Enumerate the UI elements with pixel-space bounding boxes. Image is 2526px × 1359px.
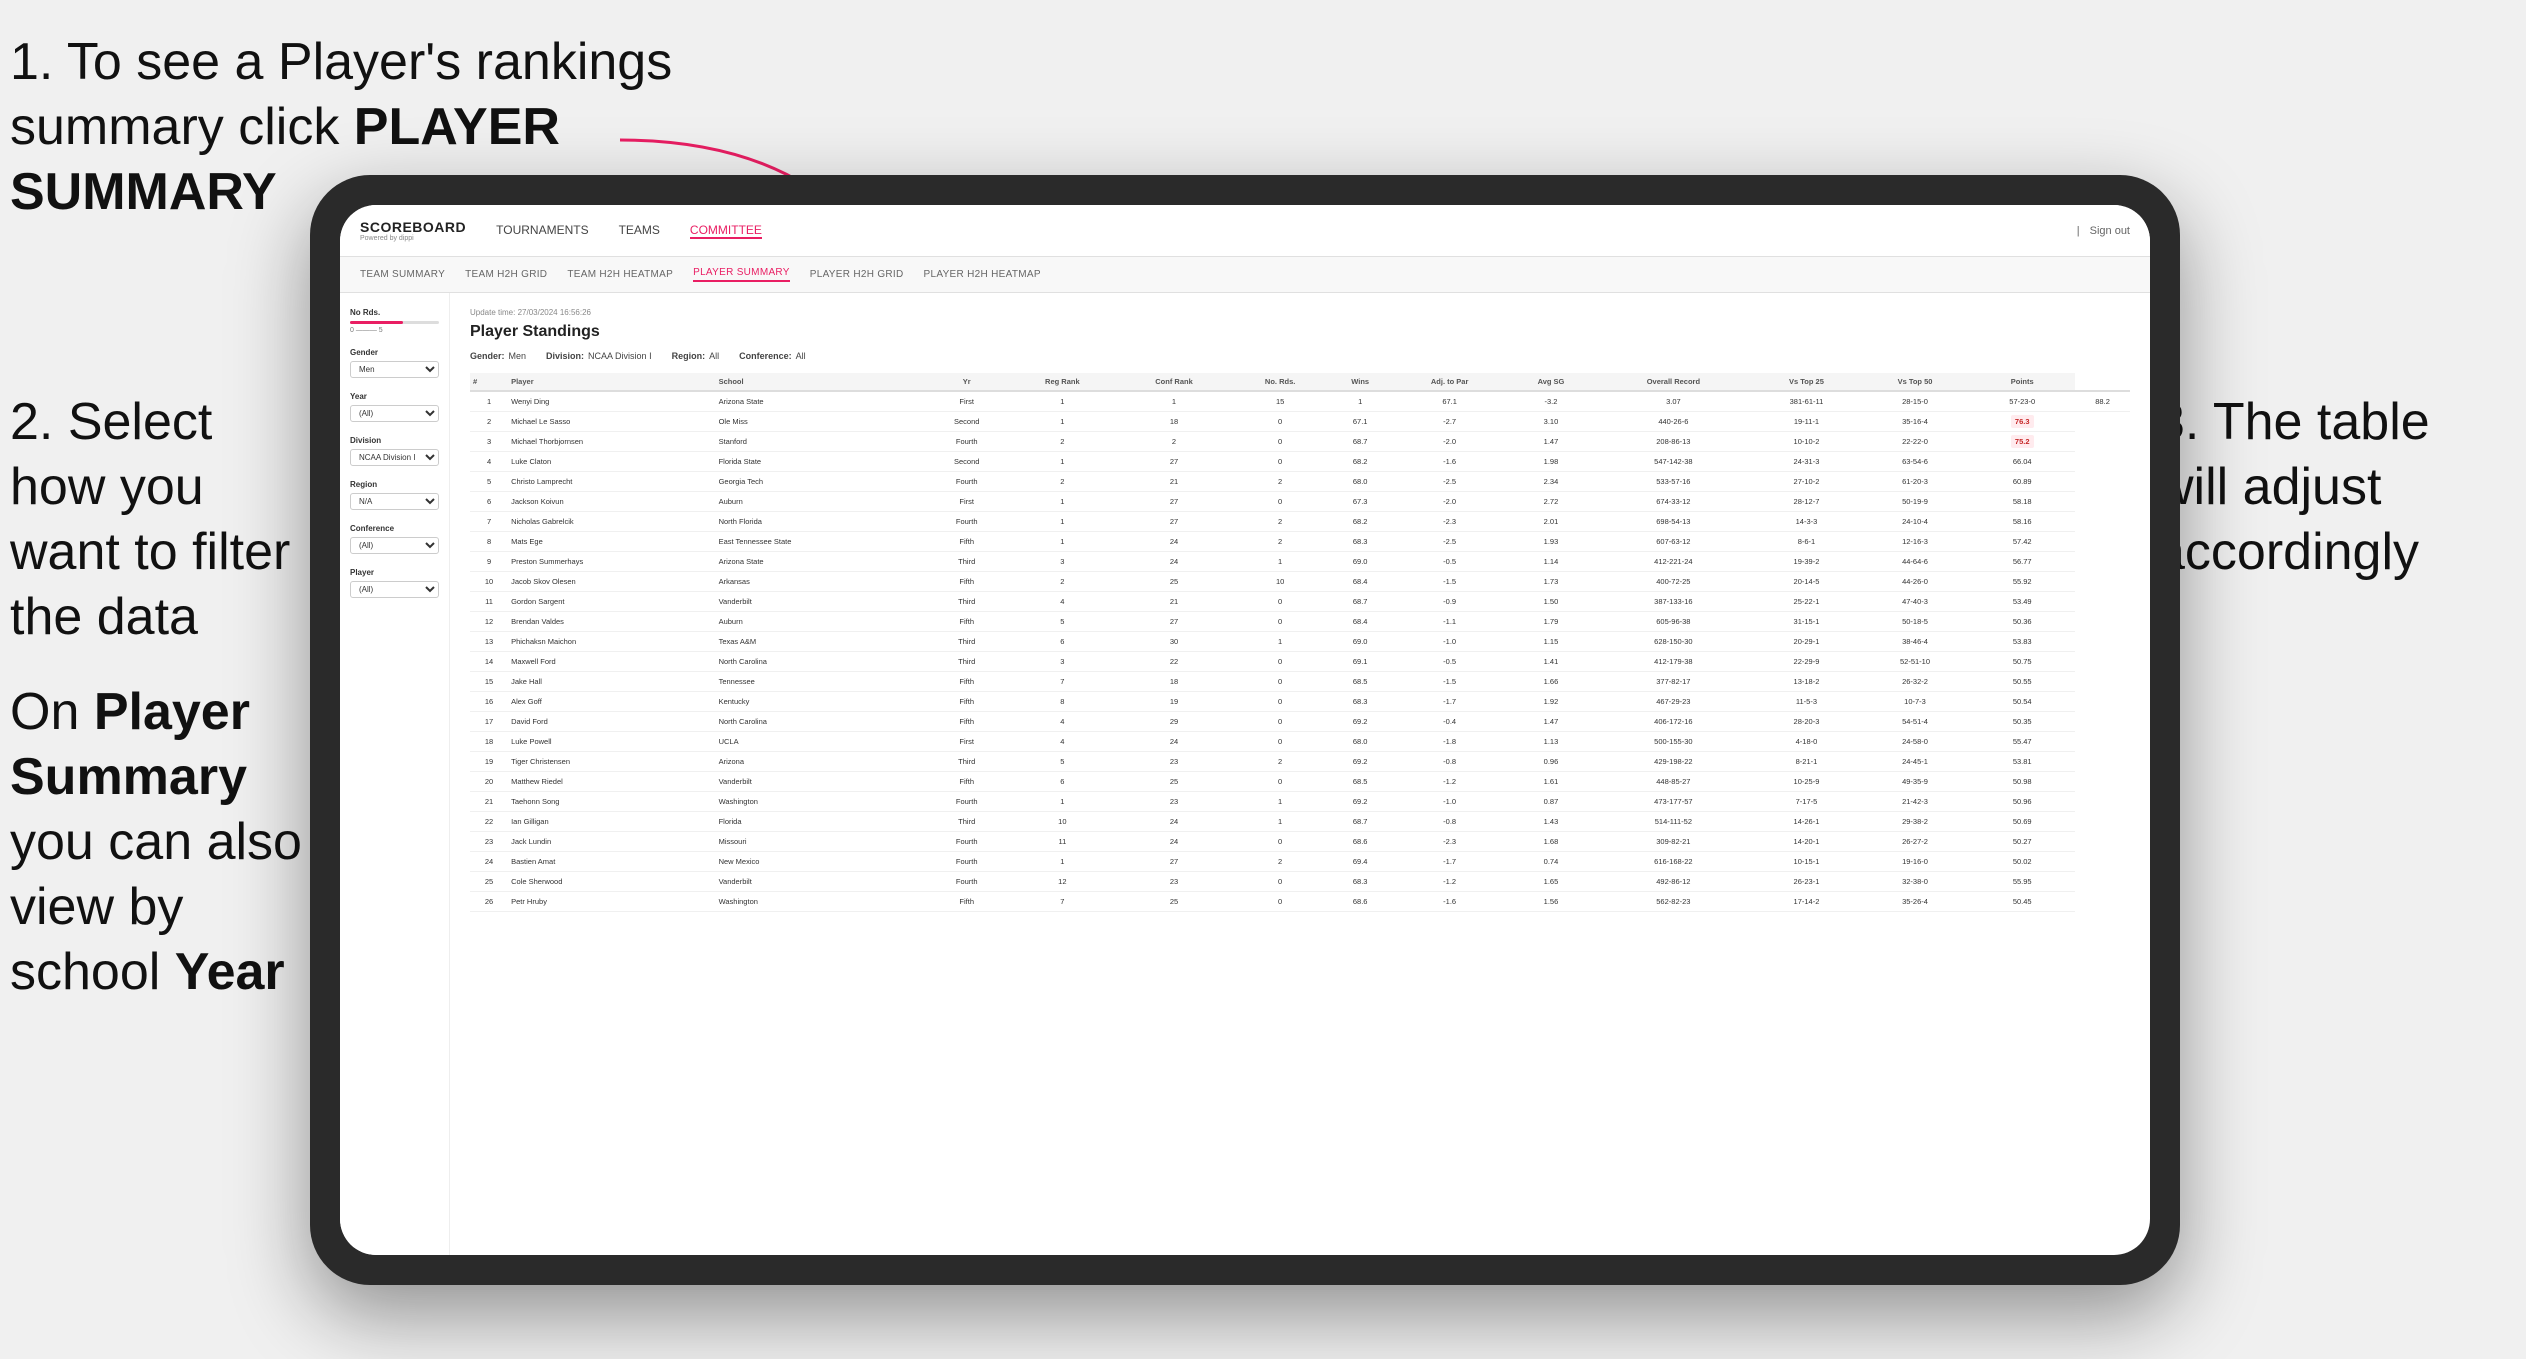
nav-separator: | (2077, 225, 2080, 237)
tablet-device: SCOREBOARD Powered by dippi TOURNAMENTS … (310, 175, 2180, 1285)
col-adj-to-par: Adj. to Par (1392, 373, 1508, 391)
table-header-row: # Player School Yr Reg Rank Conf Rank No… (470, 373, 2130, 391)
col-avg-sg: Avg SG (1507, 373, 1594, 391)
no-rds-label: No Rds. (350, 308, 439, 317)
col-points: Points (1969, 373, 2075, 391)
logo-subtitle: Powered by dippi (360, 235, 466, 242)
nav-links: TOURNAMENTS TEAMS COMMITTEE (496, 223, 2077, 239)
no-rds-range: 0 ——— 5 (350, 327, 439, 334)
col-vs-top50: Vs Top 50 (1861, 373, 1970, 391)
table-row: 26Petr HrubyWashingtonFifth725068.6-1.61… (470, 892, 2130, 912)
table-row: 16Alex GoffKentuckyFifth819068.3-1.71.92… (470, 692, 2130, 712)
player-label: Player (350, 568, 439, 577)
table-row: 19Tiger ChristensenArizonaThird523269.2-… (470, 752, 2130, 772)
table-row: 8Mats EgeEast Tennessee StateFifth124268… (470, 532, 2130, 552)
no-rds-slider[interactable] (350, 321, 439, 324)
col-reg-rank: Reg Rank (1008, 373, 1116, 391)
filter-gender: Gender Men (350, 348, 439, 378)
filter-division: Division NCAA Division I (350, 436, 439, 466)
table-row: 22Ian GilliganFloridaThird1024168.7-0.81… (470, 812, 2130, 832)
col-player: Player (508, 373, 715, 391)
division-filter-display: Division: NCAA Division I (546, 351, 652, 361)
nav-teams[interactable]: TEAMS (619, 223, 660, 239)
table-row: 4Luke ClatonFlorida StateSecond127068.2-… (470, 452, 2130, 472)
gender-select[interactable]: Men (350, 361, 439, 378)
table-area: Update time: 27/03/2024 16:56:26 Player … (450, 293, 2150, 1255)
table-row: 18Luke PowellUCLAFirst424068.0-1.81.1350… (470, 732, 2130, 752)
table-row: 23Jack LundinMissouriFourth1124068.6-2.3… (470, 832, 2130, 852)
sub-nav-team-h2h-grid[interactable]: TEAM H2H GRID (465, 269, 547, 280)
conference-label: Conference (350, 524, 439, 533)
table-row: 25Cole SherwoodVanderbiltFourth1223068.3… (470, 872, 2130, 892)
division-label: Division (350, 436, 439, 445)
division-select[interactable]: NCAA Division I (350, 449, 439, 466)
table-row: 5Christo LamprechtGeorgia TechFourth2212… (470, 472, 2130, 492)
sub-nav-player-h2h-heatmap[interactable]: PLAYER H2H HEATMAP (924, 269, 1041, 280)
col-overall-record: Overall Record (1595, 373, 1753, 391)
instruction-step3: 3. The table will adjust accordingly (2156, 390, 2496, 585)
instruction-bottom-note: On Player Summary you can also view by s… (10, 680, 330, 1005)
sub-navigation: TEAM SUMMARY TEAM H2H GRID TEAM H2H HEAT… (340, 257, 2150, 293)
col-conf-rank: Conf Rank (1116, 373, 1232, 391)
tablet-screen: SCOREBOARD Powered by dippi TOURNAMENTS … (340, 205, 2150, 1255)
conference-filter-display: Conference: All (739, 351, 806, 361)
main-content: No Rds. 0 ——— 5 Gender Men Year (All) (340, 293, 2150, 1255)
gender-label: Gender (350, 348, 439, 357)
col-no-rds: No. Rds. (1232, 373, 1329, 391)
table-row: 17David FordNorth CarolinaFifth429069.2-… (470, 712, 2130, 732)
gender-filter-display: Gender: Men (470, 351, 526, 361)
table-row: 21Taehonn SongWashingtonFourth123169.2-1… (470, 792, 2130, 812)
sub-nav-player-h2h-grid[interactable]: PLAYER H2H GRID (810, 269, 904, 280)
table-row: 12Brendan ValdesAuburnFifth527068.4-1.11… (470, 612, 2130, 632)
region-filter-display: Region: All (672, 351, 720, 361)
table-row: 13Phichaksn MaichonTexas A&MThird630169.… (470, 632, 2130, 652)
filter-region: Region N/A (350, 480, 439, 510)
col-yr: Yr (925, 373, 1008, 391)
top-navigation: SCOREBOARD Powered by dippi TOURNAMENTS … (340, 205, 2150, 257)
table-row: 14Maxwell FordNorth CarolinaThird322069.… (470, 652, 2130, 672)
sub-nav-team-summary[interactable]: TEAM SUMMARY (360, 269, 445, 280)
filter-player: Player (All) (350, 568, 439, 598)
year-label: Year (350, 392, 439, 401)
region-select[interactable]: N/A (350, 493, 439, 510)
filter-year: Year (All) (350, 392, 439, 422)
sign-out-link[interactable]: Sign out (2090, 225, 2130, 237)
filters-display-row: Gender: Men Division: NCAA Division I Re… (470, 351, 2130, 361)
filter-no-rds: No Rds. 0 ——— 5 (350, 308, 439, 334)
year-select[interactable]: (All) (350, 405, 439, 422)
sub-nav-team-h2h-heatmap[interactable]: TEAM H2H HEATMAP (567, 269, 673, 280)
table-row: 15Jake HallTennesseeFifth718068.5-1.51.6… (470, 672, 2130, 692)
update-time: Update time: 27/03/2024 16:56:26 (470, 308, 2130, 317)
sidebar-filters: No Rds. 0 ——— 5 Gender Men Year (All) (340, 293, 450, 1255)
nav-tournaments[interactable]: TOURNAMENTS (496, 223, 588, 239)
table-row: 9Preston SummerhaysArizona StateThird324… (470, 552, 2130, 572)
sub-nav-player-summary[interactable]: PLAYER SUMMARY (693, 267, 790, 282)
table-row: 1Wenyi DingArizona StateFirst1115167.1-3… (470, 391, 2130, 412)
table-row: 24Bastien AmatNew MexicoFourth127269.4-1… (470, 852, 2130, 872)
col-vs-top25: Vs Top 25 (1752, 373, 1861, 391)
section-title: Player Standings (470, 323, 2130, 341)
instruction-step2: 2. Select how you want to filter the dat… (10, 390, 310, 650)
conference-select[interactable]: (All) (350, 537, 439, 554)
table-row: 10Jacob Skov OlesenArkansasFifth2251068.… (470, 572, 2130, 592)
logo-text: SCOREBOARD (360, 219, 466, 235)
col-wins: Wins (1328, 373, 1391, 391)
col-school: School (716, 373, 925, 391)
table-row: 7Nicholas GabrelcikNorth FloridaFourth12… (470, 512, 2130, 532)
table-row: 3Michael ThorbjornsenStanfordFourth22068… (470, 432, 2130, 452)
player-standings-table: # Player School Yr Reg Rank Conf Rank No… (470, 373, 2130, 912)
nav-right: | Sign out (2077, 225, 2130, 237)
region-label: Region (350, 480, 439, 489)
player-select[interactable]: (All) (350, 581, 439, 598)
col-rank: # (470, 373, 508, 391)
table-row: 20Matthew RiedelVanderbiltFifth625068.5-… (470, 772, 2130, 792)
nav-committee[interactable]: COMMITTEE (690, 223, 762, 239)
table-row: 11Gordon SargentVanderbiltThird421068.7-… (470, 592, 2130, 612)
table-row: 2Michael Le SassoOle MissSecond118067.1-… (470, 412, 2130, 432)
filter-conference: Conference (All) (350, 524, 439, 554)
logo-area: SCOREBOARD Powered by dippi (360, 219, 466, 242)
table-row: 6Jackson KoivunAuburnFirst127067.3-2.02.… (470, 492, 2130, 512)
